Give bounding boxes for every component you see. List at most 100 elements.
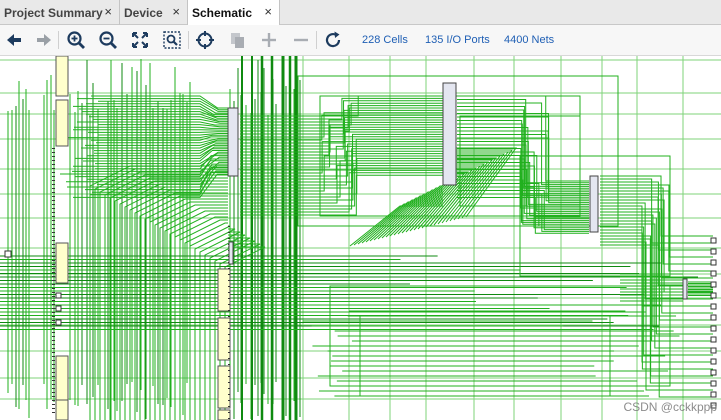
forward-button[interactable] — [32, 28, 56, 52]
cell-pin — [52, 236, 55, 237]
port-pin[interactable] — [710, 237, 717, 244]
port-pin[interactable] — [710, 281, 717, 288]
port-pin[interactable] — [710, 336, 717, 343]
hier-block[interactable] — [589, 175, 599, 233]
cell-pin — [52, 192, 55, 193]
cell-pin — [52, 300, 55, 301]
leaf-cell[interactable] — [55, 399, 69, 420]
net-wire[interactable] — [74, 126, 228, 129]
cell-pin — [52, 168, 55, 169]
net-wire[interactable] — [134, 192, 228, 420]
port-pin[interactable] — [710, 325, 717, 332]
port-pin[interactable] — [710, 292, 717, 299]
refresh-icon — [325, 31, 341, 48]
schematic-canvas[interactable]: CSDN @cckkppp — [0, 56, 721, 420]
zoom-fit-button[interactable] — [128, 28, 152, 52]
leaf-cell[interactable] — [55, 355, 69, 405]
cell-pin — [52, 240, 55, 241]
close-icon[interactable]: × — [264, 4, 272, 19]
plus-icon — [262, 33, 276, 47]
net-wire[interactable] — [95, 155, 228, 170]
cell-pin — [228, 274, 230, 275]
cell-pin — [52, 296, 55, 297]
cell-pin — [228, 238, 230, 239]
cell-pin — [52, 368, 55, 369]
hier-block[interactable] — [227, 107, 239, 177]
cell-pin — [52, 356, 55, 357]
tab-device[interactable]: Device × — [120, 0, 188, 25]
hier-block[interactable] — [682, 278, 688, 300]
refresh-button[interactable] — [321, 28, 345, 52]
cell-pin — [52, 148, 55, 149]
select-button[interactable] — [193, 28, 217, 52]
cells-count-link[interactable]: 228 Cells — [362, 34, 408, 46]
cell-pin — [52, 316, 55, 317]
port-pin[interactable] — [710, 347, 717, 354]
leaf-cell[interactable] — [55, 56, 69, 97]
port-pin[interactable] — [710, 259, 717, 266]
port-pin[interactable] — [710, 248, 717, 255]
back-button[interactable] — [2, 28, 26, 52]
port-pin[interactable] — [710, 380, 717, 387]
io-ports-count-link[interactable]: 135 I/O Ports — [425, 34, 490, 46]
port-pin[interactable] — [710, 314, 717, 321]
net-wire[interactable] — [93, 118, 228, 124]
port-pin[interactable] — [55, 305, 62, 312]
cell-pin — [52, 256, 55, 257]
zoom-out-button[interactable] — [96, 28, 120, 52]
expand-button[interactable] — [257, 28, 281, 52]
zoom-in-button[interactable] — [64, 28, 88, 52]
port-pin[interactable] — [55, 292, 62, 299]
copy-button[interactable] — [225, 28, 249, 52]
cell-pin — [52, 388, 55, 389]
schematic-drawing[interactable] — [0, 56, 721, 420]
cell-pin — [52, 288, 55, 289]
cell-pin — [52, 372, 55, 373]
cell-pin — [52, 268, 55, 269]
leaf-cell[interactable] — [217, 317, 231, 361]
net-wire[interactable] — [240, 121, 443, 150]
cell-pin — [52, 276, 55, 277]
wire-layer — [0, 56, 721, 420]
net-wire[interactable] — [240, 119, 443, 147]
hier-block[interactable] — [228, 241, 234, 265]
toolbar-separator — [58, 31, 59, 49]
zoom-in-icon — [67, 31, 85, 49]
tab-project-summary[interactable]: Project Summary × — [0, 0, 120, 25]
cell-pin — [228, 340, 230, 341]
cell-pin — [228, 364, 230, 365]
net-wire[interactable] — [457, 106, 589, 187]
cell-pin — [52, 188, 55, 189]
cell-pin — [52, 336, 55, 337]
port-pin[interactable] — [55, 319, 62, 326]
port-pin[interactable] — [4, 250, 12, 258]
close-icon[interactable]: × — [104, 4, 112, 19]
cell-pin — [228, 292, 230, 293]
tab-bar: Project Summary × Device × Schematic × — [0, 0, 721, 26]
cell-pin — [52, 216, 55, 217]
zoom-area-button[interactable] — [160, 28, 184, 52]
leaf-cell[interactable] — [55, 242, 69, 284]
port-pin[interactable] — [710, 369, 717, 376]
collapse-button[interactable] — [289, 28, 313, 52]
cell-pin — [228, 388, 230, 389]
cell-pin — [228, 322, 230, 323]
schematic-window: Project Summary × Device × Schematic × 2… — [0, 0, 721, 420]
net-wire[interactable] — [240, 124, 443, 153]
hier-block[interactable] — [442, 82, 457, 186]
net-wire[interactable] — [224, 246, 266, 420]
cell-pin — [52, 208, 55, 209]
nets-count-link[interactable]: 4400 Nets — [504, 34, 554, 46]
port-pin[interactable] — [710, 391, 717, 398]
leaf-cell[interactable] — [55, 99, 69, 147]
port-pin[interactable] — [710, 358, 717, 365]
tab-schematic[interactable]: Schematic × — [188, 0, 280, 26]
cell-pin — [52, 200, 55, 201]
cell-pin — [52, 172, 55, 173]
net-wire[interactable] — [149, 201, 228, 420]
leaf-cell[interactable] — [217, 365, 231, 409]
close-icon[interactable]: × — [172, 4, 180, 19]
port-pin[interactable] — [710, 270, 717, 277]
port-pin[interactable] — [710, 303, 717, 310]
net-wire[interactable] — [68, 134, 228, 139]
